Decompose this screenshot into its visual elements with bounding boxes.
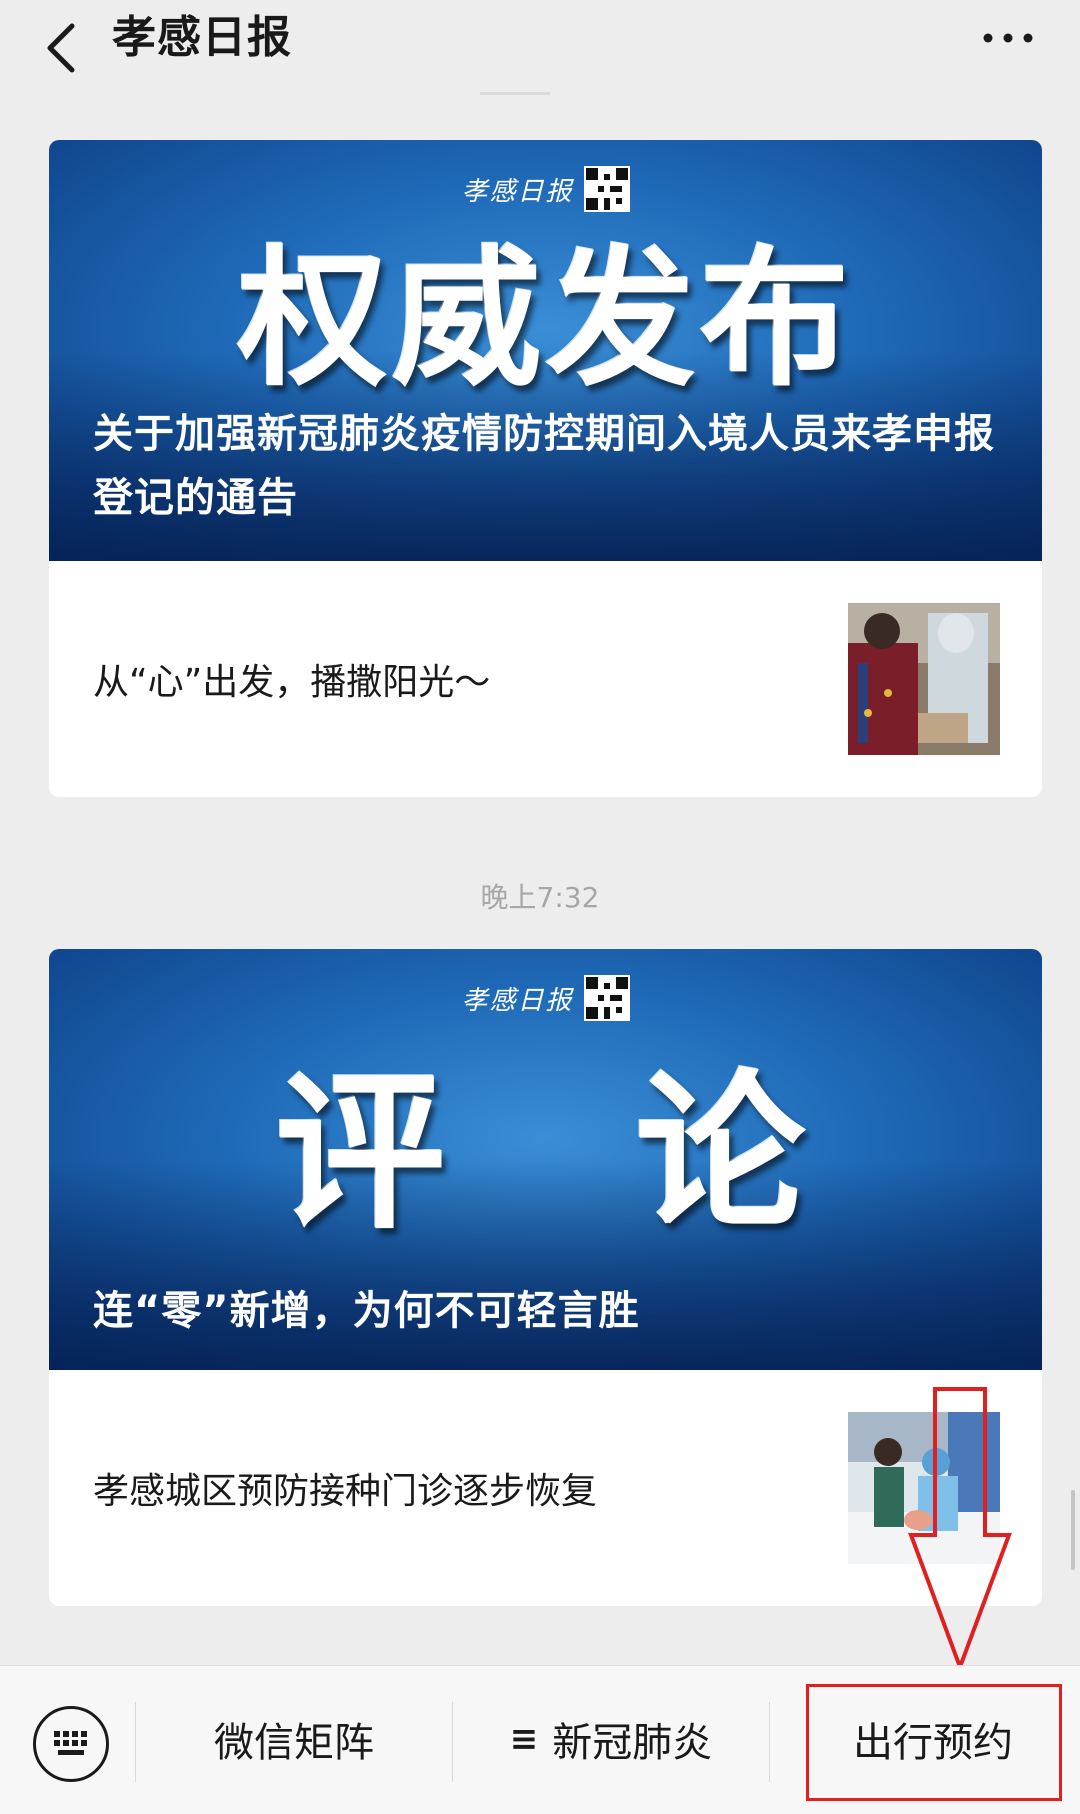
page-title: 孝感日报 xyxy=(112,12,292,63)
highlight-annotation-box xyxy=(806,1684,1062,1801)
sub-article-item[interactable]: 从“心”出发，播撒阳光～ xyxy=(49,561,1042,797)
menu-item-wechat-matrix[interactable]: 微信矩阵 xyxy=(136,1694,452,1784)
menu-item-label: 新冠肺炎 xyxy=(552,1720,713,1766)
article-card: 孝感日报 评 论 连“零”新增，为何不可轻言胜 孝感城区预防接种门诊逐步恢复 xyxy=(49,949,1042,1606)
chevron-left-icon xyxy=(47,23,75,73)
sub-article-item[interactable]: 孝感城区预防接种门诊逐步恢复 xyxy=(49,1370,1042,1606)
brand-mark: 孝感日报 xyxy=(49,975,1042,1021)
article-banner[interactable]: 孝感日报 权威发布 关于加强新冠肺炎疫情防控期间入境人员来孝申报登记的通告 xyxy=(49,140,1042,561)
article-card: 孝感日报 权威发布 关于加强新冠肺炎疫情防控期间入境人员来孝申报登记的通告 从“… xyxy=(49,140,1042,797)
red-arrow-annotation-icon xyxy=(908,1387,1012,1673)
back-button[interactable] xyxy=(38,16,94,76)
qr-code-icon xyxy=(583,975,630,1021)
cut-off-timestamp xyxy=(480,92,550,103)
banner-caption: 关于加强新冠肺炎疫情防控期间入境人员来孝申报登记的通告 xyxy=(93,411,995,521)
keyboard-icon xyxy=(54,1731,87,1755)
top-bar: 孝感日报 xyxy=(0,0,1080,100)
qr-code-icon xyxy=(583,166,630,212)
menu-item-label: 微信矩阵 xyxy=(214,1720,374,1766)
sub-article-thumbnail xyxy=(848,603,1000,755)
banner-headline: 评 论 xyxy=(275,1055,816,1253)
message-timestamp: 晚上7:32 xyxy=(480,881,600,914)
keyboard-toggle-button[interactable] xyxy=(33,1706,109,1782)
sub-article-title: 孝感城区预防接种门诊逐步恢复 xyxy=(93,1471,598,1512)
menu-item-covid[interactable]: ≡ 新冠肺炎 xyxy=(453,1694,769,1784)
banner-caption: 连“零”新增，为何不可轻言胜 xyxy=(93,1288,640,1334)
more-dots-icon xyxy=(983,33,1033,43)
article-banner[interactable]: 孝感日报 评 论 连“零”新增，为何不可轻言胜 xyxy=(49,949,1042,1370)
sub-article-title: 从“心”出发，播撒阳光～ xyxy=(93,662,491,703)
brand-mark: 孝感日报 xyxy=(49,166,1042,212)
brand-logo: 孝感日报 xyxy=(461,176,574,207)
menu-divider xyxy=(769,1702,770,1782)
banner-headline: 权威发布 xyxy=(237,233,854,407)
brand-logo: 孝感日报 xyxy=(461,985,574,1016)
list-icon: ≡ xyxy=(509,1719,539,1759)
scrollbar[interactable] xyxy=(1071,1490,1075,1570)
more-button[interactable] xyxy=(978,16,1038,76)
